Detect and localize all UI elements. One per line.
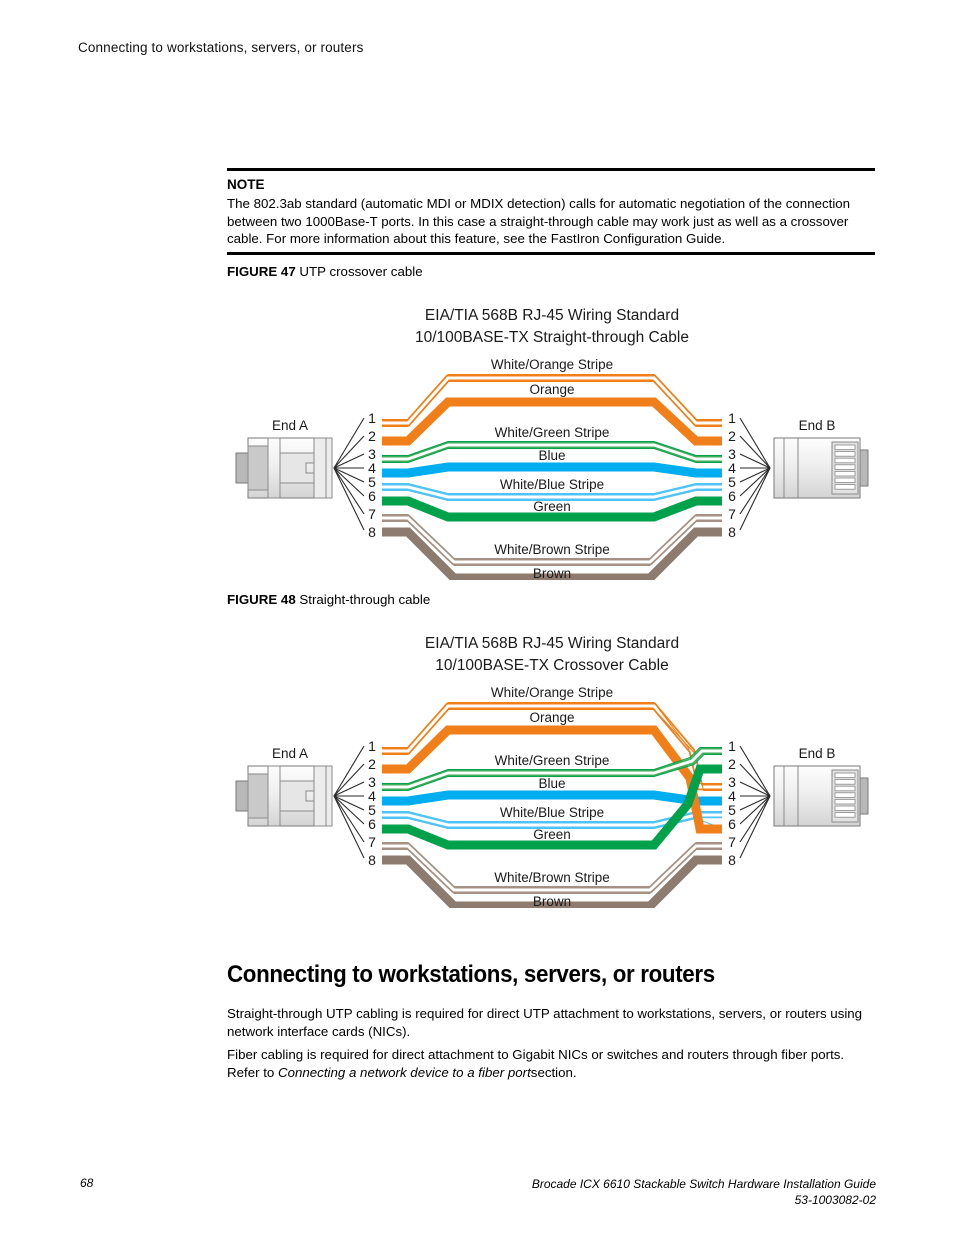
figure-48-end-b-pins: 1 2 3 4 5 6 7 8 — [728, 738, 736, 868]
figure-47-end-b-pins: 1 2 3 4 5 6 7 8 — [728, 410, 736, 540]
svg-text:1: 1 — [728, 410, 736, 426]
page-title: Connecting to workstations, servers, or … — [227, 961, 715, 989]
svg-text:8: 8 — [728, 852, 736, 868]
figure-48-label: FIGURE 48 — [227, 592, 296, 607]
svg-text:8: 8 — [728, 524, 736, 540]
svg-text:Orange: Orange — [529, 382, 574, 397]
figure-48-end-b-label: End B — [799, 746, 836, 761]
figure-48-end-b-fanlines — [739, 745, 771, 859]
note-title: NOTE — [227, 177, 265, 192]
paragraph-2-text-after: section. — [530, 1065, 577, 1081]
figure-47-caption-text: UTP crossover cable — [299, 264, 423, 279]
running-header: Connecting to workstations, servers, or … — [78, 40, 364, 55]
footer-document-number: 53-1003082-02 — [794, 1193, 876, 1208]
svg-text:Green: Green — [533, 499, 571, 514]
figure-48-end-a-pins: 1 2 3 4 5 6 7 8 — [368, 738, 376, 868]
footer-document-info: Brocade ICX 6610 Stackable Switch Hardwa… — [532, 1176, 876, 1208]
svg-text:White/Green Stripe: White/Green Stripe — [495, 753, 610, 768]
figure-47-caption: FIGURE 47 UTP crossover cable — [227, 264, 423, 279]
svg-text:2: 2 — [728, 756, 736, 772]
svg-text:6: 6 — [728, 488, 736, 504]
svg-text:1: 1 — [368, 738, 376, 754]
svg-text:Blue: Blue — [538, 448, 565, 463]
fiber-port-cross-reference: Connecting a network device to a fiber p… — [278, 1065, 531, 1081]
svg-text:8: 8 — [368, 524, 376, 540]
figure-48-image: EIA/TIA 568B RJ-45 Wiring Standard 10/10… — [222, 618, 882, 908]
svg-text:Orange: Orange — [529, 710, 574, 725]
note-bottom-rule — [227, 251, 875, 255]
figure-47-image: EIA/TIA 568B RJ-45 Wiring Standard 10/10… — [222, 290, 882, 580]
svg-text:7: 7 — [368, 506, 376, 522]
figure-47-end-b-connector — [773, 437, 869, 499]
svg-text:White/Green Stripe: White/Green Stripe — [495, 425, 610, 440]
figure-48-caption-text: Straight-through cable — [299, 592, 431, 607]
figure-48-end-a-connector — [235, 765, 333, 827]
figure-47-label: FIGURE 47 — [227, 264, 296, 279]
svg-text:7: 7 — [368, 834, 376, 850]
figure-48-title-line1: EIA/TIA 568B RJ-45 Wiring Standard — [425, 635, 679, 652]
figure-47-end-b-label: End B — [799, 418, 836, 433]
note-text: The 802.3ab standard (automatic MDI or M… — [227, 195, 851, 247]
note-box: NOTE The 802.3ab standard (automatic MDI… — [227, 168, 875, 255]
figure-48-caption: FIGURE 48 Straight-through cable — [227, 592, 430, 607]
svg-text:1: 1 — [728, 738, 736, 754]
svg-text:6: 6 — [368, 488, 376, 504]
svg-text:Brown: Brown — [533, 894, 571, 908]
footer-guide-title: Brocade ICX 6610 Stackable Switch Hardwa… — [531, 1177, 876, 1191]
figure-48-title-line2: 10/100BASE-TX Crossover Cable — [435, 657, 668, 674]
figure-47-end-b-fanlines — [739, 417, 771, 531]
svg-text:6: 6 — [728, 816, 736, 832]
svg-text:White/Blue Stripe: White/Blue Stripe — [500, 805, 604, 820]
svg-text:White/Blue Stripe: White/Blue Stripe — [500, 477, 604, 492]
svg-text:2: 2 — [368, 428, 376, 444]
svg-text:White/Orange Stripe: White/Orange Stripe — [491, 685, 613, 700]
svg-text:2: 2 — [368, 756, 376, 772]
svg-text:6: 6 — [368, 816, 376, 832]
note-content: NOTE The 802.3ab standard (automatic MDI… — [227, 171, 875, 252]
svg-text:7: 7 — [728, 834, 736, 850]
figure-47-end-a-label: End A — [272, 418, 308, 433]
svg-text:White/Orange Stripe: White/Orange Stripe — [491, 357, 613, 372]
svg-text:1: 1 — [368, 410, 376, 426]
footer-page-number: 68 — [80, 1176, 94, 1190]
figure-47-end-a-pins: 1 2 3 4 5 6 7 8 — [368, 410, 376, 540]
figure-48-end-a-label: End A — [272, 746, 308, 761]
svg-text:Green: Green — [533, 827, 571, 842]
svg-text:White/Brown Stripe: White/Brown Stripe — [494, 542, 610, 557]
svg-text:2: 2 — [728, 428, 736, 444]
svg-text:Brown: Brown — [533, 566, 571, 580]
figure-47-end-a-connector — [235, 437, 333, 499]
figure-48-end-b-connector — [773, 765, 869, 827]
figure-48-end-a-fanlines — [333, 745, 365, 859]
figure-47-end-a-fanlines — [333, 417, 365, 531]
svg-text:7: 7 — [728, 506, 736, 522]
body-paragraph-1: Straight-through UTP cabling is required… — [227, 1006, 863, 1040]
svg-text:Blue: Blue — [538, 776, 565, 791]
svg-text:White/Brown Stripe: White/Brown Stripe — [494, 870, 610, 885]
figure-47-title-line1: EIA/TIA 568B RJ-45 Wiring Standard — [425, 307, 679, 324]
body-paragraph-2: Fiber cabling is required for direct att… — [227, 1046, 875, 1082]
figure-47-title-line2: 10/100BASE-TX Straight-through Cable — [415, 329, 689, 346]
svg-text:8: 8 — [368, 852, 376, 868]
